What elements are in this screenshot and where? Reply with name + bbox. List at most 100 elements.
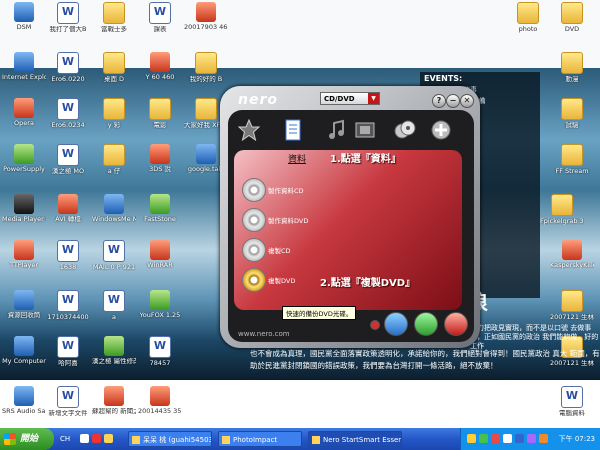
document-icon[interactable] xyxy=(282,119,304,141)
desktop-icon[interactable]: DVD xyxy=(550,2,594,33)
desktop-icon[interactable]: DSM xyxy=(2,2,46,31)
quick-launch-icon[interactable] xyxy=(104,434,113,443)
menu-item-make-data-dvd[interactable]: 製作資料DVD xyxy=(242,208,442,232)
tray-icon[interactable] xyxy=(527,434,536,443)
nero-app-icon[interactable] xyxy=(444,312,468,336)
ime-icon[interactable] xyxy=(80,434,89,443)
desktop-icon[interactable]: 2007121 生林 淡水港達 xyxy=(550,290,594,321)
desktop-icon[interactable]: 新增文字文件 xyxy=(46,386,90,417)
help-button[interactable]: ? xyxy=(432,94,446,108)
desktop-icon[interactable]: MAIL 0 P 921 xyxy=(92,240,136,271)
record-icon[interactable] xyxy=(370,320,380,330)
tray-icon[interactable] xyxy=(515,434,524,443)
desktop-icon[interactable]: 漢之極 屬性修改器 1.0.2 xyxy=(92,336,136,365)
desktop-icon[interactable]: a 仔 xyxy=(92,144,136,175)
app-icon xyxy=(196,2,216,22)
document-icon xyxy=(57,240,79,262)
task-button-nero[interactable]: Nero StartSmart Essent... xyxy=(308,431,402,447)
desktop-icon[interactable]: 78457 xyxy=(138,336,182,367)
quick-launch-icon[interactable] xyxy=(92,434,101,443)
music-note-icon[interactable] xyxy=(326,119,348,141)
desktop-icon-label: 3DS 說 xyxy=(149,166,171,173)
desktop-icon[interactable]: 當戰士多 xyxy=(92,2,136,33)
folder-icon xyxy=(103,98,125,120)
desktop-icon[interactable]: 我的好的 B xyxy=(184,52,228,83)
system-tray: 下午 07:23 xyxy=(460,428,600,450)
minimize-button[interactable]: − xyxy=(446,94,460,108)
film-icon[interactable] xyxy=(354,119,376,141)
tray-icon[interactable] xyxy=(539,434,548,443)
menu-item-make-data-cd[interactable]: 製作資料CD xyxy=(242,178,442,202)
desktop-icon[interactable]: WindowsMe Media Player xyxy=(92,194,136,223)
task-button-chat[interactable]: 呆呆 桃 (guahi54503) xyxy=(128,431,212,447)
document-icon xyxy=(149,336,171,358)
desktop-icon[interactable]: WinRAR xyxy=(138,240,182,269)
desktop-icon[interactable]: 電影 xyxy=(138,98,182,129)
desktop-icon-label: Ero6.0220 xyxy=(51,76,85,83)
desktop-icon[interactable]: My Computer xyxy=(2,336,46,365)
desktop-icon[interactable]: 我打了個大B xyxy=(46,2,90,33)
tab-data[interactable]: 資料 xyxy=(288,152,306,165)
desktop-icon[interactable]: 1710374400 xyxy=(46,290,90,321)
desktop-icon-label: 20017903 46... xyxy=(184,24,228,31)
user-icon[interactable] xyxy=(384,312,408,336)
instruction-step-1: 1.點選『資料』 xyxy=(330,154,401,165)
desktop-icon[interactable]: 漢之極 MO xyxy=(46,144,90,175)
menu-item-copy-cd[interactable]: 複製CD xyxy=(242,238,442,262)
tray-icon[interactable] xyxy=(503,434,512,443)
tray-icon[interactable] xyxy=(467,434,476,443)
desktop-icon[interactable]: PowerSupply xyxy=(2,144,46,173)
data-panel: 資料 1.點選『資料』 製作資料CD 製作資料DVD 複製CD 複製DVD 2.… xyxy=(234,150,462,310)
desktop-icon[interactable]: 20014435 35... xyxy=(138,386,182,415)
nero-startsmart-window[interactable]: nero CD/DVD ▼ ? − ✕ 資料 1.點選『資料』 製作資料CD 製… xyxy=(220,86,480,348)
desktop-icon[interactable]: 20017903 46... xyxy=(184,2,228,31)
close-button[interactable]: ✕ xyxy=(460,94,474,108)
tray-icon[interactable] xyxy=(479,434,488,443)
discs-icon[interactable] xyxy=(394,119,416,141)
chevron-down-icon[interactable]: ▼ xyxy=(368,93,379,104)
desktop-icon[interactable]: 1638 xyxy=(46,240,90,271)
task-button-photoimpact[interactable]: PhotoImpact xyxy=(218,431,302,447)
desktop-icon-label: Internet Explorer xyxy=(2,74,46,81)
desktop-icon[interactable]: 動漫 xyxy=(550,52,594,83)
desktop-icon[interactable]: 電腦資料 xyxy=(550,386,594,417)
plus-icon[interactable] xyxy=(430,119,452,141)
language-indicator[interactable]: CH xyxy=(60,428,70,450)
desktop-icon[interactable]: Opera xyxy=(2,98,46,127)
star-icon[interactable] xyxy=(238,119,260,141)
desktop-icon[interactable]: 資源回收筒 xyxy=(2,290,46,319)
drive-type-dropdown[interactable]: CD/DVD ▼ xyxy=(320,92,380,105)
desktop-icon[interactable]: YouFOX 1.25 xyxy=(138,290,182,319)
desktop-icon[interactable]: Fpickelgrab 3.1 Preview 16 xyxy=(540,194,584,225)
desktop-icon[interactable]: 課表 xyxy=(138,2,182,33)
desktop-icon[interactable]: SRS Audio SandBox xyxy=(2,386,46,415)
disc-icon xyxy=(242,208,266,232)
desktop-icon[interactable]: a xyxy=(92,290,136,321)
clock[interactable]: 下午 07:23 xyxy=(559,428,595,450)
tray-icon[interactable] xyxy=(491,434,500,443)
desktop-icon[interactable]: 3DS 說 xyxy=(138,144,182,173)
desktop-icon[interactable]: photo xyxy=(506,2,550,33)
desktop-icon[interactable]: Ero6.0234 xyxy=(46,98,90,129)
nero-website[interactable]: www.nero.com xyxy=(238,330,290,338)
desktop-icon[interactable]: 哈阿喜 xyxy=(46,336,90,367)
desktop-icon[interactable]: TTPlayer xyxy=(2,240,46,269)
desktop-icon[interactable]: Internet Explorer xyxy=(2,52,46,81)
app-icon xyxy=(14,52,34,72)
desktop-icon[interactable]: FastStone xyxy=(138,194,182,223)
desktop-icon[interactable]: 蘇超幫的 新聞之愛 xyxy=(92,386,136,415)
desktop-icon[interactable]: y 彩 xyxy=(92,98,136,129)
document-icon xyxy=(57,98,79,120)
desktop-icon[interactable]: FF Stream xyxy=(550,144,594,175)
desktop-icon-label: 2007121 生林 淡水港達 xyxy=(550,314,594,321)
desktop-icon[interactable]: 試驗 xyxy=(550,98,594,129)
desktop-icon[interactable]: AVI 轉檔 xyxy=(46,194,90,223)
desktop-icon[interactable]: Media Player Classic xyxy=(2,194,46,223)
desktop-icon[interactable]: 桌面 D xyxy=(92,52,136,83)
start-button[interactable]: 開始 xyxy=(0,428,54,450)
document-icon xyxy=(149,2,171,24)
desktop-icon[interactable]: Ero6.0220 xyxy=(46,52,90,83)
desktop-icon[interactable]: Y 60 460 xyxy=(138,52,182,81)
tools-icon[interactable] xyxy=(414,312,438,336)
desktop-icon[interactable]: KasperskyKiller xyxy=(550,240,594,269)
